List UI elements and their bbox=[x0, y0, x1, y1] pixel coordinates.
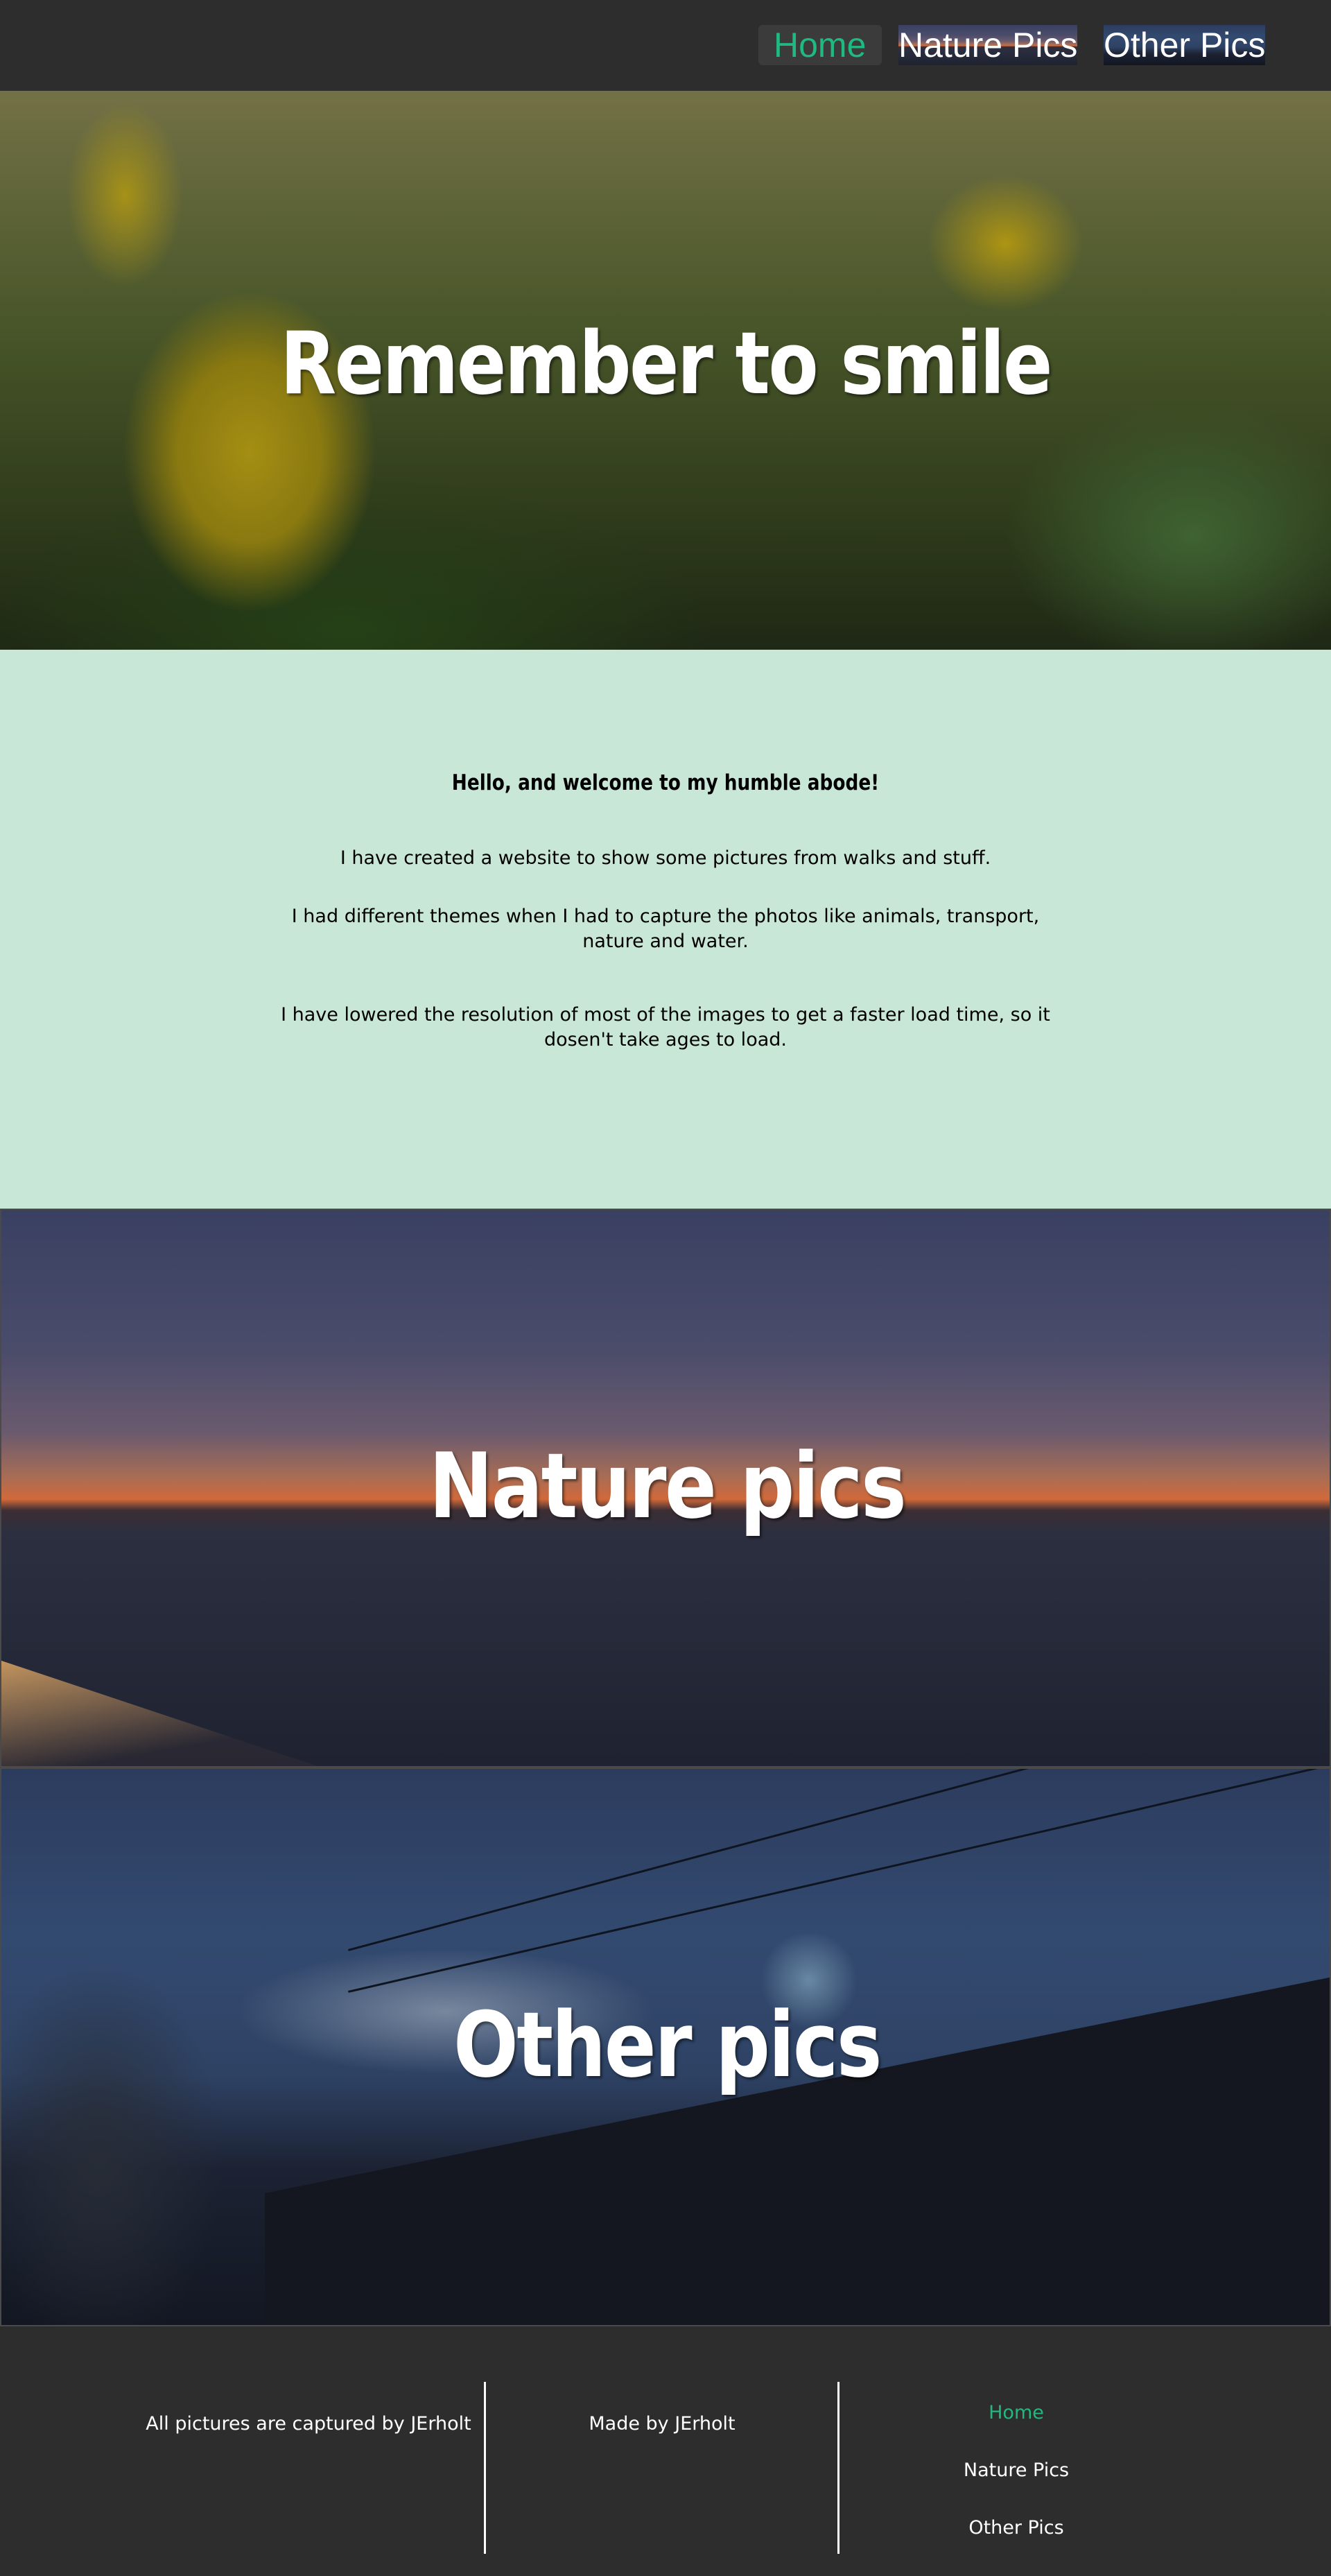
footer-other-pics-link[interactable]: Other Pics bbox=[840, 2514, 1192, 2572]
sunset-beach-photo bbox=[1, 1661, 334, 1766]
footer-nature-pics-link[interactable]: Nature Pics bbox=[840, 2457, 1192, 2514]
footer-divider bbox=[484, 2382, 486, 2554]
power-line bbox=[348, 1769, 1330, 1951]
nature-pics-title: Nature pics bbox=[428, 1433, 907, 1539]
hero-banner: Remember to smile bbox=[0, 91, 1331, 650]
welcome-section: Hello, and welcome to my humble abode! I… bbox=[0, 650, 1331, 1209]
other-pics-title: Other pics bbox=[453, 1992, 882, 2098]
welcome-heading: Hello, and welcome to my humble abode! bbox=[451, 770, 880, 795]
power-line bbox=[348, 1769, 1330, 1993]
nav-nature-pics-link[interactable]: Nature Pics bbox=[898, 25, 1078, 65]
footer-divider bbox=[837, 2382, 840, 2554]
footer-credit: All pictures are captured by JErholt bbox=[146, 2413, 471, 2435]
welcome-paragraph-1: I have created a website to show some pi… bbox=[340, 847, 991, 869]
other-pics-section-link[interactable]: Other pics bbox=[0, 1767, 1331, 2326]
footer-made-by: Made by JErholt bbox=[589, 2413, 736, 2435]
hero-title: Remember to smile bbox=[280, 314, 1052, 414]
footer: All pictures are captured by JErholt Mad… bbox=[0, 2326, 1331, 2576]
welcome-paragraph-2: I had different themes when I had to cap… bbox=[291, 906, 1040, 952]
nav-other-pics-link[interactable]: Other Pics bbox=[1104, 25, 1266, 65]
top-nav: Home Nature Pics Other Pics bbox=[0, 0, 1331, 91]
footer-links: Home Nature Pics Other Pics bbox=[840, 2399, 1192, 2572]
footer-home-link[interactable]: Home bbox=[840, 2399, 1192, 2457]
nature-pics-section-link[interactable]: Nature pics bbox=[0, 1209, 1331, 1767]
nav-home-link[interactable]: Home bbox=[758, 25, 882, 65]
welcome-paragraph-3: I have lowered the resolution of most of… bbox=[281, 1004, 1050, 1051]
